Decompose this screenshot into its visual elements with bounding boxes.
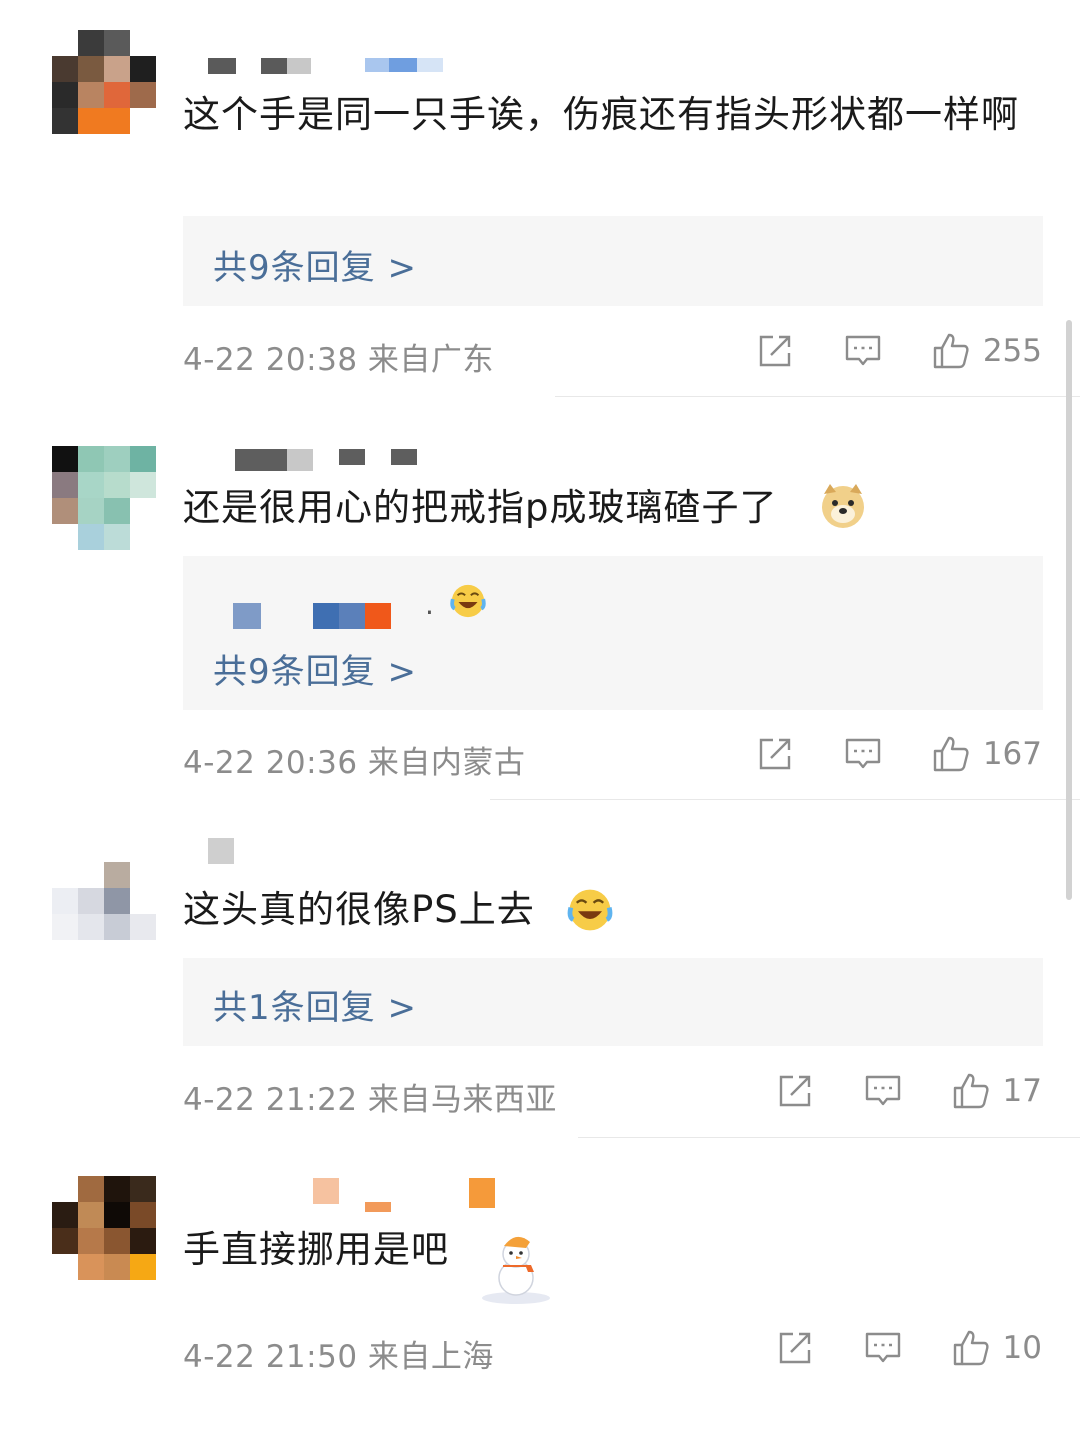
reply-box[interactable]: · 共9条回复 >: [183, 556, 1043, 710]
username-redacted[interactable]: [183, 56, 453, 86]
comment-icon[interactable]: [863, 1071, 903, 1111]
like-count: 10: [1002, 1330, 1042, 1366]
thumbs-up-icon[interactable]: [951, 1071, 991, 1111]
comment-meta: 4-22 20:38 来自广东: [183, 342, 494, 378]
avatar[interactable]: [52, 1176, 156, 1280]
reply-box[interactable]: 共1条回复 >: [183, 958, 1043, 1046]
comment-text: 还是很用心的把戒指p成玻璃碴子了: [183, 479, 883, 537]
comment-actions: 17: [727, 1068, 1042, 1114]
view-replies-link[interactable]: 共9条回复 >: [213, 644, 417, 693]
like-count: 255: [982, 333, 1042, 369]
username-redacted[interactable]: [183, 838, 243, 868]
comment-icon[interactable]: [863, 1328, 903, 1368]
reply-box[interactable]: 共9条回复 >: [183, 216, 1043, 306]
comment-text-content: 还是很用心的把戒指p成玻璃碴子了: [183, 486, 778, 529]
share-icon[interactable]: [775, 1328, 815, 1368]
laugh-cry-emoji-icon: [450, 584, 486, 618]
comment-icon[interactable]: [843, 734, 883, 774]
username-redacted[interactable]: [183, 1178, 513, 1212]
thumbs-up-icon[interactable]: [931, 734, 971, 774]
divider: [578, 1137, 1080, 1138]
reply-preview-text: ·: [425, 596, 434, 629]
avatar[interactable]: [52, 446, 156, 550]
divider: [490, 799, 1080, 800]
laugh-cry-emoji-icon: [567, 889, 613, 931]
share-icon[interactable]: [755, 734, 795, 774]
share-icon[interactable]: [775, 1071, 815, 1111]
comment-meta: 4-22 20:36 来自内蒙古: [183, 745, 526, 781]
view-replies-link[interactable]: 共1条回复 >: [213, 980, 417, 1029]
comment-icon[interactable]: [843, 331, 883, 371]
username-redacted[interactable]: [183, 449, 453, 479]
thumbs-up-icon[interactable]: [931, 331, 971, 371]
view-replies-link[interactable]: 共9条回复 >: [213, 240, 417, 289]
like-count: 167: [982, 736, 1042, 772]
comment-meta: 4-22 21:22 来自马来西亚: [183, 1082, 557, 1118]
comment-text: 这个手是同一只手诶，伤痕还有指头形状都一样啊: [183, 93, 1019, 136]
scrollbar[interactable]: [1066, 320, 1072, 900]
avatar[interactable]: [52, 30, 156, 134]
share-icon[interactable]: [755, 331, 795, 371]
snowman-sticker-icon: [482, 1236, 550, 1304]
comment-actions: 167: [707, 731, 1042, 777]
comment-text-content: 这头真的很像PS上去: [183, 888, 535, 931]
comment-meta: 4-22 21:50 来自上海: [183, 1339, 494, 1375]
comment-text: 手直接挪用是吧: [183, 1221, 503, 1279]
comment-text-content: 手直接挪用是吧: [183, 1228, 449, 1271]
comment-actions: 255: [707, 328, 1042, 374]
comment-actions: 10: [727, 1325, 1042, 1371]
doge-emoji-icon: [822, 484, 864, 528]
reply-preview-username-redacted: [233, 603, 443, 629]
thumbs-up-icon[interactable]: [951, 1328, 991, 1368]
like-count: 17: [1002, 1073, 1042, 1109]
divider: [555, 396, 1080, 397]
avatar[interactable]: [52, 862, 156, 942]
